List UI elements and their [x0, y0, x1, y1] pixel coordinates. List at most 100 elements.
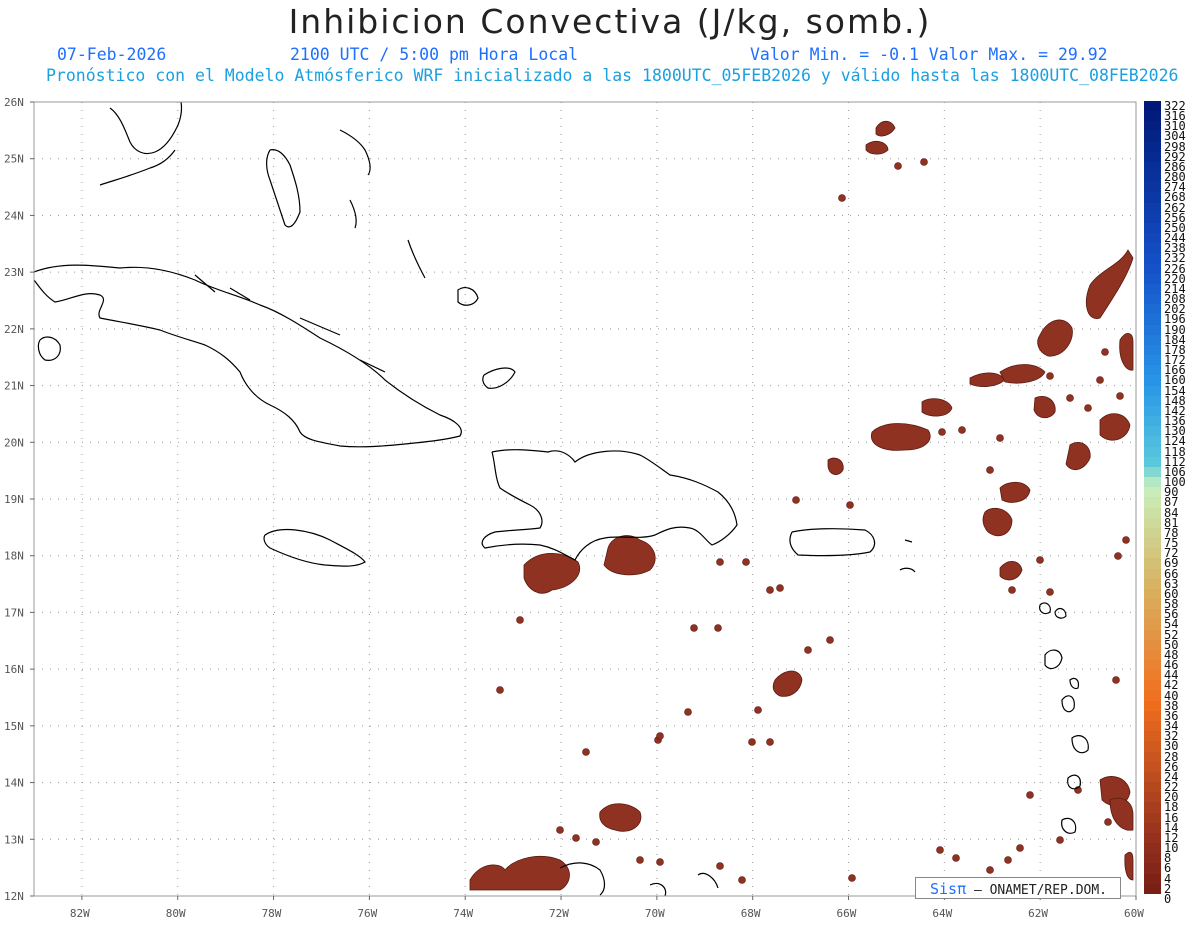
- lesser-antilles-1: [1044, 649, 1063, 670]
- cin-area: [865, 140, 889, 155]
- colorbar-swatch: [1144, 883, 1161, 895]
- cin-area: [999, 481, 1031, 503]
- colorbar-swatch: [1144, 436, 1161, 448]
- cin-area: [969, 372, 1006, 388]
- colorbar-swatch: [1144, 853, 1161, 864]
- lat-label: 20N: [4, 436, 24, 449]
- cin-spot: [1026, 791, 1034, 799]
- lat-label: 18N: [4, 550, 24, 563]
- credit-box: Sisπ – ONAMET/REP.DOM.: [915, 877, 1121, 899]
- lon-label: 70W: [645, 907, 665, 920]
- lat-lon-grid: [34, 101, 1137, 897]
- cin-area: [603, 535, 656, 576]
- cin-area: [1065, 441, 1091, 471]
- lon-label: 66W: [837, 907, 857, 920]
- colorbar-swatch: [1144, 426, 1161, 437]
- colorbar-swatch: [1144, 751, 1161, 763]
- colorbar-swatch: [1144, 721, 1161, 732]
- lat-label: 14N: [4, 777, 24, 790]
- cin-spot: [690, 624, 698, 632]
- hispaniola-coast: [481, 449, 738, 561]
- cin-spot: [1101, 348, 1109, 356]
- colorbar-swatch: [1144, 233, 1161, 244]
- lon-label: 72W: [549, 907, 569, 920]
- lat-label: 17N: [4, 606, 24, 619]
- cin-spot: [748, 738, 756, 746]
- cin-area: [875, 120, 896, 137]
- colorbar-swatch: [1144, 548, 1161, 559]
- colorbar-swatch: [1144, 761, 1161, 773]
- cin-area: [999, 561, 1023, 581]
- colorbar-swatch: [1144, 792, 1161, 803]
- credit-org: – ONAMET/REP.DOM.: [966, 883, 1108, 898]
- cin-spot: [1104, 818, 1112, 826]
- florida-coast: [109, 101, 183, 155]
- cin-area: [982, 507, 1013, 537]
- lesser-antilles-2: [1061, 695, 1075, 713]
- guadeloupe-coast: [1054, 607, 1067, 619]
- lon-label: 78W: [262, 907, 282, 920]
- cin-spot: [894, 162, 902, 170]
- lat-label: 22N: [4, 323, 24, 336]
- colorbar-swatch: [1144, 243, 1161, 254]
- cin-spot: [716, 558, 724, 566]
- cin-spot: [1122, 536, 1130, 544]
- puerto-rico-coast: [789, 528, 876, 557]
- colorbar-swatch: [1144, 344, 1161, 356]
- martinique-coast: [1069, 677, 1080, 690]
- cin-spot: [846, 501, 854, 509]
- cin-spot: [1046, 588, 1054, 596]
- cin-spot: [996, 434, 1004, 442]
- cin-spot: [1096, 376, 1104, 384]
- cin-spot: [714, 624, 722, 632]
- cin-area: [772, 670, 803, 697]
- cin-area: [921, 398, 953, 417]
- colorbar-swatch: [1144, 324, 1161, 336]
- colorbar-swatch: [1144, 375, 1161, 387]
- cin-spot: [1008, 586, 1016, 594]
- colorbar-swatch: [1144, 385, 1161, 397]
- colorbar-swatch: [1144, 212, 1161, 224]
- cin-spot: [938, 428, 946, 436]
- colorbar-swatch: [1144, 101, 1161, 112]
- colorbar-swatch: [1144, 456, 1161, 468]
- cin-spot: [742, 558, 750, 566]
- cin-spot: [952, 854, 960, 862]
- colorbar-swatch: [1144, 172, 1161, 183]
- colorbar-swatch: [1144, 812, 1161, 824]
- cin-spot: [986, 466, 994, 474]
- colorbar-swatch: [1144, 588, 1161, 600]
- cin-spot: [1114, 552, 1122, 560]
- cin-spot: [1004, 856, 1012, 864]
- isla-juventud: [37, 336, 61, 361]
- lat-label: 24N: [4, 209, 24, 222]
- colorbar-swatch: [1144, 253, 1161, 265]
- colorbar-swatch: [1144, 629, 1161, 641]
- colorbar-swatch: [1144, 477, 1161, 488]
- cin-spot: [716, 862, 724, 870]
- eleuthera-coast: [349, 199, 357, 229]
- cin-area: [999, 364, 1046, 384]
- colorbar-swatch: [1144, 802, 1161, 813]
- colorbar-swatch: [1144, 466, 1161, 478]
- lat-label: 25N: [4, 153, 24, 166]
- lesser-antilles-4: [1067, 774, 1081, 790]
- trinidad-coast: [1061, 817, 1077, 834]
- colorbar-swatch: [1144, 111, 1161, 122]
- lat-label: 12N: [4, 890, 24, 903]
- colorbar-swatch: [1144, 304, 1161, 315]
- cin-spot: [1056, 836, 1064, 844]
- colorbar-swatch: [1144, 873, 1161, 885]
- colorbar-swatch: [1144, 416, 1161, 427]
- lon-label: 62W: [1028, 907, 1048, 920]
- lat-label: 26N: [4, 96, 24, 109]
- colorbar-swatch: [1144, 741, 1161, 753]
- lon-label: 68W: [741, 907, 761, 920]
- cin-area: [523, 553, 581, 594]
- colorbar-swatch: [1144, 497, 1161, 509]
- colorbar-swatch: [1144, 680, 1161, 692]
- cin-area: [1099, 413, 1131, 441]
- sispi-logo-text: Sisπ: [930, 880, 967, 898]
- cin-area: [1037, 319, 1073, 357]
- cin-spot: [592, 838, 600, 846]
